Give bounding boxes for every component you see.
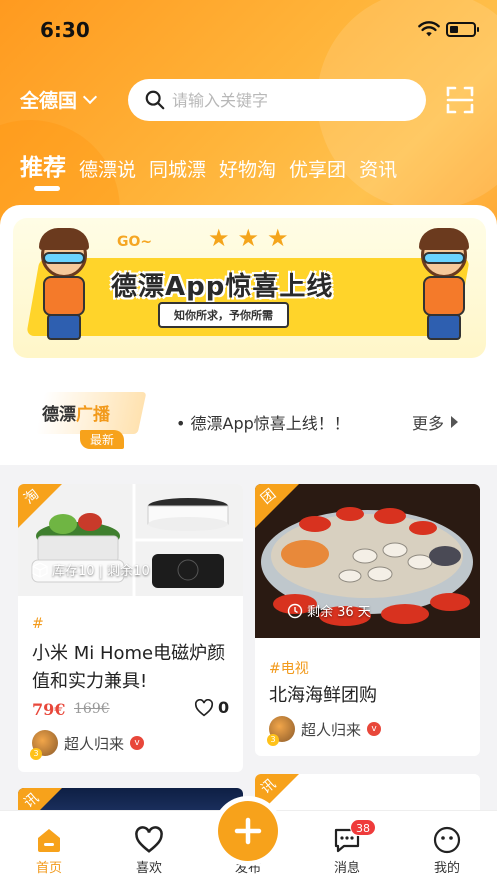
tab-goods[interactable]: 好物淘 <box>219 155 276 182</box>
stock-text: 库存10 | 剩余10 <box>52 564 150 579</box>
nav-home[interactable]: 首页 <box>14 823 84 876</box>
battery-icon <box>446 22 479 37</box>
tab-news[interactable]: 资讯 <box>359 155 397 182</box>
tab-depiao-talk[interactable]: 德漂说 <box>79 155 136 182</box>
verified-icon: v <box>130 736 145 750</box>
author-name: 超人归来 <box>301 720 362 739</box>
search-bar[interactable] <box>128 79 426 121</box>
region-label: 全德国 <box>20 90 78 112</box>
bottom-navigation: 首页 喜欢 发布 38 消息 我的 <box>0 801 497 883</box>
scan-icon[interactable] <box>446 86 474 114</box>
tab-recommend[interactable]: 推荐 <box>20 148 66 191</box>
heart-icon <box>135 826 163 853</box>
box-icon <box>32 561 48 578</box>
nav-profile[interactable]: 我的 <box>412 823 482 876</box>
card-old-price: 169€ <box>74 701 110 717</box>
product-card[interactable]: 淘 库存10 | 剩余10 # 小米 Mi Home电磁炉颜值和实力兼具! 79… <box>18 484 243 772</box>
chevron-down-icon <box>82 89 98 104</box>
avatar-level: 3 <box>267 734 279 746</box>
profile-face-icon <box>433 826 461 854</box>
news-logo-text: 德漂广播 <box>42 405 110 425</box>
clock-icon <box>287 603 303 618</box>
wifi-icon <box>418 21 440 37</box>
card-author[interactable]: 3 超人归来 v <box>267 716 382 746</box>
card-title: 北海海鲜团购 <box>269 685 377 706</box>
search-input[interactable] <box>172 90 392 110</box>
home-icon <box>38 829 60 852</box>
banner-character-left <box>33 228 93 342</box>
time-remaining-text: 剩余 36 天 <box>307 605 371 620</box>
banner-go-label: GO~ <box>117 234 153 250</box>
avatar: 3 <box>267 716 295 746</box>
nav-publish-label: 发布 <box>234 861 261 876</box>
nav-messages-label: 消息 <box>333 861 360 876</box>
banner-stars: ★★★ <box>208 224 297 252</box>
like-count: 0 <box>218 698 230 717</box>
messages-badge: 38 <box>350 819 376 836</box>
status-bar: 6:30 <box>0 0 497 60</box>
news-more-label: 更多 <box>412 414 445 433</box>
tab-local[interactable]: 同城漂 <box>149 155 206 182</box>
nav-messages[interactable]: 38 消息 <box>312 819 382 876</box>
region-selector[interactable]: 全德国 <box>20 86 98 113</box>
category-tabs: 推荐 德漂说 同城漂 好物淘 优享团 资讯 <box>20 148 410 191</box>
nav-likes[interactable]: 喜欢 <box>114 823 184 876</box>
news-broadcast-logo: 德漂广播 最新 <box>35 392 147 452</box>
chevron-right-icon <box>451 416 459 428</box>
card-tag[interactable]: # <box>32 616 44 632</box>
stock-overlay: 库存10 | 剩余10 <box>32 560 150 579</box>
banner-character-right <box>413 228 473 342</box>
banner-subtitle: 知你所求，予你所需 <box>158 302 289 328</box>
nav-profile-label: 我的 <box>433 861 460 876</box>
time-remaining-overlay: 剩余 36 天 <box>287 601 371 620</box>
card-tag[interactable]: #电视 <box>269 658 309 678</box>
card-author[interactable]: 3 超人归来 v <box>30 730 145 760</box>
card-price: 79€ <box>32 700 66 719</box>
news-more-link[interactable]: 更多 <box>412 410 459 434</box>
nav-home-label: 首页 <box>35 861 62 876</box>
card-title: 小米 Mi Home电磁炉颜值和实力兼具! <box>32 643 226 692</box>
nav-likes-label: 喜欢 <box>135 861 162 876</box>
search-icon <box>145 90 165 110</box>
product-card[interactable]: 团 剩余 36 天 #电视 北海海鲜团购 3 超人归来 v <box>255 484 480 756</box>
news-new-badge: 最新 <box>80 430 125 449</box>
author-name: 超人归来 <box>64 734 125 753</box>
heart-icon <box>194 698 214 716</box>
like-button[interactable]: 0 <box>194 698 229 717</box>
tab-group-buy[interactable]: 优享团 <box>289 155 346 182</box>
status-time: 6:30 <box>40 18 90 42</box>
plus-icon <box>234 817 262 845</box>
news-headline[interactable]: • 德漂App惊喜上线！！ <box>176 410 350 434</box>
verified-icon: v <box>367 722 382 736</box>
avatar-level: 3 <box>30 748 42 760</box>
avatar: 3 <box>30 730 58 760</box>
publish-button[interactable] <box>218 801 278 861</box>
banner-title: 德漂App惊喜上线 <box>111 272 334 302</box>
promo-banner[interactable]: ★★★ GO~ 德漂App惊喜上线 知你所求，予你所需 <box>13 218 486 358</box>
